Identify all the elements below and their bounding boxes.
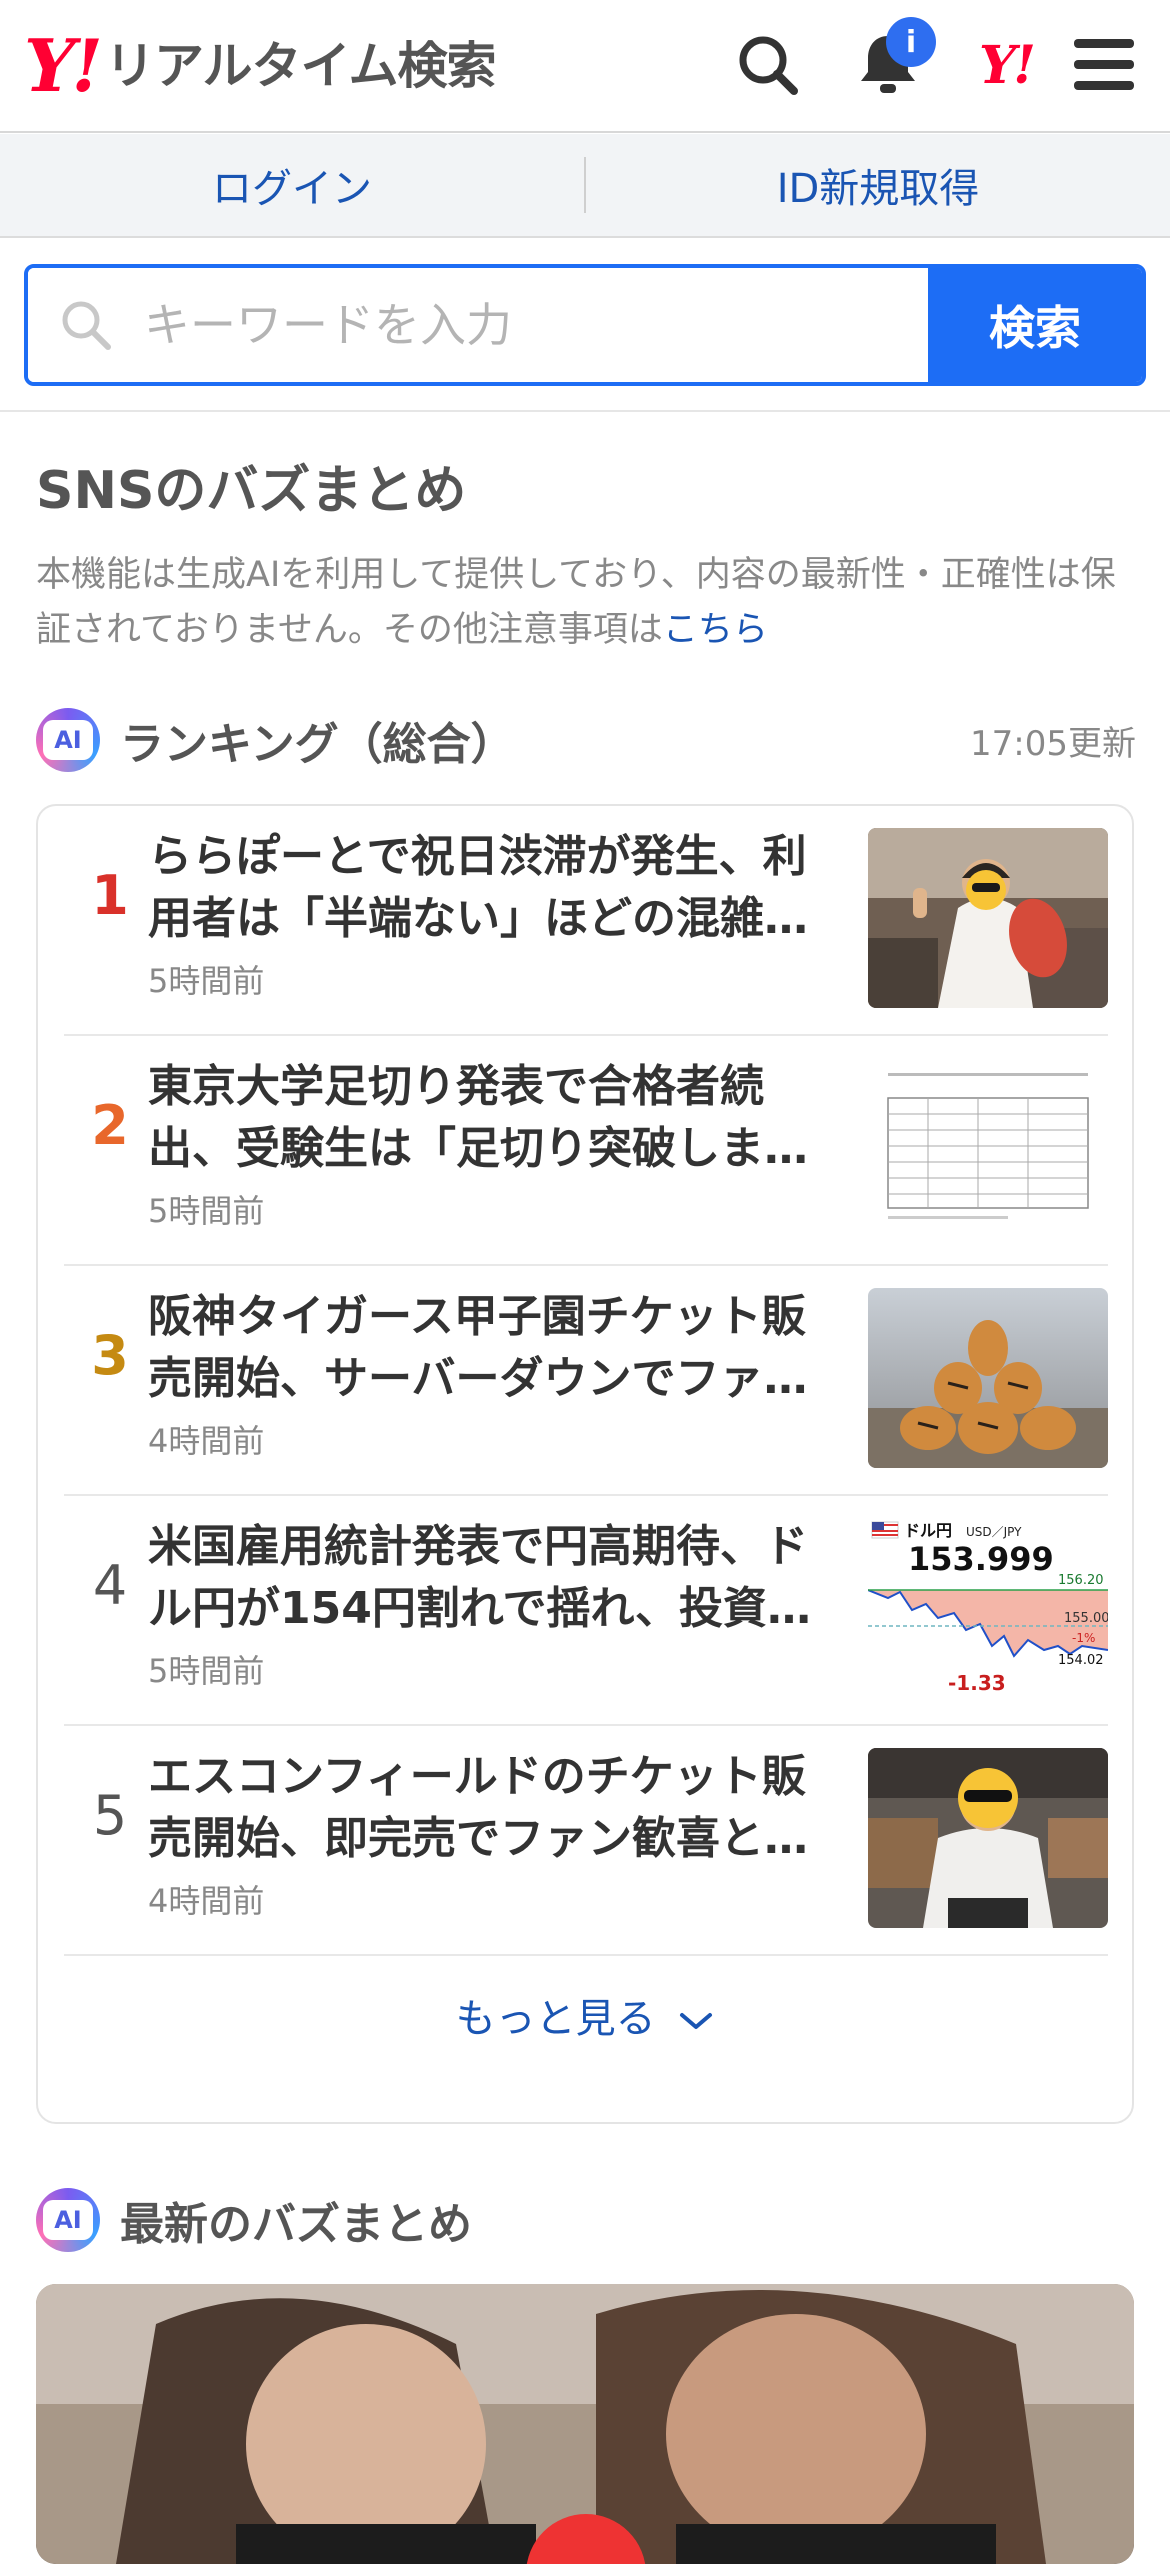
ranking-card: 1 ららぽーとで祝日渋滞が発生、利用者は「半端ない」ほどの混雑… 5時間前 2 … [36, 804, 1134, 2124]
rank-number: 5 [92, 1784, 128, 1847]
ranking-item-time: 5時間前 [148, 1652, 265, 1690]
ai-notice-text: 本機能は生成AIを利用して提供しており、内容の最新性・正確性は保証されておりませ… [36, 555, 1116, 650]
login-link[interactable]: ログイン [0, 156, 584, 214]
rank-number: 3 [91, 1324, 129, 1387]
latest-buzz-image[interactable] [36, 2284, 1134, 2564]
rank-number: 2 [91, 1094, 129, 1157]
more-button[interactable]: もっと見る [38, 1986, 1132, 2044]
ranking-item-title: 阪神タイガース甲子園チケット販売開始、サーバーダウンでファ… [148, 1291, 808, 1404]
yahoo-japan-logo[interactable]: Y! [966, 25, 1046, 105]
notification-badge: i [886, 17, 936, 67]
chart-low: 154.02 [1058, 1653, 1104, 1668]
ai-icon-label: AI [43, 720, 93, 760]
ranking-thumbnail [868, 1748, 1108, 1928]
ranking-item-time: 5時間前 [148, 1192, 265, 1230]
search-input[interactable] [142, 297, 842, 353]
ranking-item-time: 4時間前 [148, 1422, 265, 1460]
ai-icon: AI [36, 708, 100, 772]
rank-number: 4 [92, 1554, 128, 1617]
ranking-item-4[interactable]: 4 米国雇用統計発表で円高期待、ドル円が154円割れで揺れ、投資… 5時間前 ド… [64, 1496, 1108, 1726]
ranking-item-1[interactable]: 1 ららぽーとで祝日渋滞が発生、利用者は「半端ない」ほどの混雑… 5時間前 [64, 806, 1108, 1036]
ranking-thumbnail [868, 828, 1108, 1008]
ranking-item-title: 米国雇用統計発表で円高期待、ドル円が154円割れで揺れ、投資… [148, 1521, 811, 1634]
chevron-down-icon [680, 2013, 713, 2029]
chart-pair-sub: USD／JPY [966, 1525, 1022, 1539]
ranking-updated-time: 17:05更新 [970, 723, 1136, 764]
chart-pct: -1% [1072, 1631, 1095, 1645]
ranking-item-time: 5時間前 [148, 962, 265, 1000]
ranking-header: AI ランキング（総合） 17:05更新 [36, 708, 1136, 772]
ranking-item-title: 東京大学足切り発表で合格者続出、受験生は「足切り突破しま… [148, 1061, 808, 1174]
search-icon[interactable] [728, 25, 808, 105]
ranking-item-title: エスコンフィールドのチケット販売開始、即完売でファン歓喜と… [148, 1751, 808, 1864]
search-button[interactable]: 検索 [928, 268, 1142, 382]
register-link[interactable]: ID新規取得 [586, 156, 1170, 214]
search-form: 検索 [24, 264, 1146, 386]
ranking-thumbnail [868, 1058, 1108, 1238]
yahoo-logo-mark: Y! [24, 23, 103, 108]
chart-price: 153.999 [908, 1540, 1054, 1578]
yj-logo-text: Y! [979, 34, 1036, 96]
usdjpy-chart-thumbnail: ドル円 USD／JPY 153.999 156.20 155.00 -1% 15… [868, 1518, 1108, 1698]
ranking-title: ランキング（総合） [120, 719, 515, 770]
app-header: Y! リアルタイム検索 i Y! [0, 0, 1170, 133]
ranking-item-3[interactable]: 3 阪神タイガース甲子園チケット販売開始、サーバーダウンでファ… 4時間前 [64, 1266, 1108, 1496]
search-field-icon [62, 301, 111, 350]
login-bar: ログイン ID新規取得 [0, 134, 1170, 238]
chart-mid: 155.00 [1064, 1611, 1108, 1626]
menu-icon[interactable] [1064, 25, 1144, 105]
chart-change: -1.33 [948, 1671, 1006, 1695]
bell-icon[interactable]: i [848, 17, 936, 105]
more-label: もっと見る [455, 1996, 656, 2042]
chart-high: 156.20 [1058, 1573, 1104, 1588]
ai-notice: 本機能は生成AIを利用して提供しており、内容の最新性・正確性は保証されておりませ… [36, 548, 1136, 658]
ranking-item-title: ららぽーとで祝日渋滞が発生、利用者は「半端ない」ほどの混雑… [148, 831, 808, 944]
logo-title: リアルタイム検索 [105, 37, 496, 95]
divider [0, 410, 1170, 412]
ranking-item-2[interactable]: 2 東京大学足切り発表で合格者続出、受験生は「足切り突破しま… 5時間前 [64, 1036, 1108, 1266]
latest-header: AI 最新のバズまとめ [36, 2188, 472, 2252]
search-field[interactable] [28, 268, 928, 382]
ranking-thumbnail [868, 1288, 1108, 1468]
rank-number: 1 [91, 864, 129, 927]
ranking-item-time: 4時間前 [148, 1882, 265, 1920]
ranking-item-5[interactable]: 5 エスコンフィールドのチケット販売開始、即完売でファン歓喜と… 4時間前 [64, 1726, 1108, 1956]
latest-title: 最新のバズまとめ [120, 2199, 472, 2250]
notice-link[interactable]: こちら [663, 610, 768, 650]
section-title: SNSのバズまとめ [36, 461, 467, 521]
yahoo-realtime-logo[interactable]: Y! リアルタイム検索 [24, 23, 497, 108]
ai-icon-label: AI [43, 2200, 93, 2240]
ai-icon: AI [36, 2188, 100, 2252]
chart-pair-label: ドル円 [904, 1521, 952, 1540]
